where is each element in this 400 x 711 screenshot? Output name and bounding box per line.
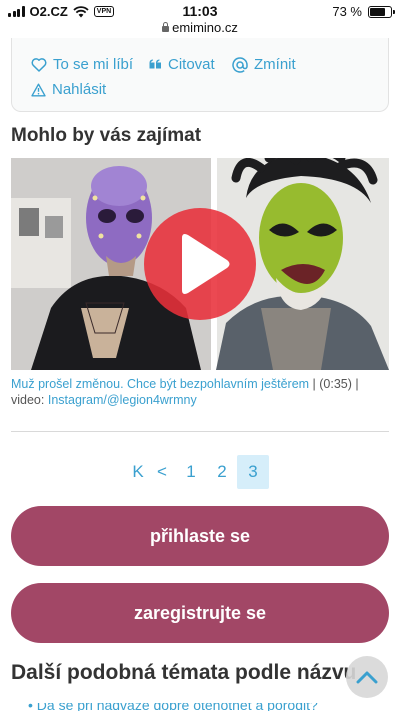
mention-label: Zmínit <box>254 56 296 73</box>
divider <box>11 431 389 432</box>
scroll-to-top-button[interactable] <box>346 656 388 698</box>
similar-topics-heading: Další podobná témata podle názvu <box>11 661 357 684</box>
video-credit-prefix: video: <box>11 393 48 407</box>
video-credit-link[interactable]: Instagram/@legion4wrmny <box>48 393 197 407</box>
video-duration: | (0:35) | <box>312 377 359 391</box>
video-caption: Muž prošel změnou. Chce být bezpohlavním… <box>11 376 391 408</box>
quote-icon <box>149 59 161 69</box>
report-label: Nahlásit <box>52 81 107 98</box>
post-actions-card: To se mi líbí Citovat Zmínit Nahlásit <box>11 38 389 112</box>
like-label: To se mi líbí <box>53 56 134 73</box>
quote-label: Citovat <box>168 56 215 73</box>
address-bar[interactable]: emimino.cz <box>0 20 400 35</box>
like-button[interactable]: To se mi líbí <box>31 56 133 73</box>
similar-topic-link-partial[interactable]: • Dá se při nadváze dobře otěhotnět a po… <box>28 703 368 711</box>
at-sign-icon <box>232 56 248 73</box>
pagination-prev-button[interactable]: < <box>146 455 178 489</box>
mention-button[interactable]: Zmínit <box>232 56 296 73</box>
video-thumbnail <box>11 158 389 370</box>
status-right: 73 % <box>332 4 395 19</box>
register-button[interactable]: zaregistrujte se <box>11 583 389 643</box>
quote-button[interactable]: Citovat <box>149 56 215 73</box>
pagination: K < 1 2 3 <box>0 455 400 489</box>
video-title-link[interactable]: Muž prošel změnou. Chce být bezpohlavním… <box>11 377 309 391</box>
pagination-page-3-current[interactable]: 3 <box>237 455 269 489</box>
status-bar: O2.CZ VPN 11:03 73 % <box>0 0 400 22</box>
login-button[interactable]: přihlaste se <box>11 506 389 566</box>
warning-icon <box>31 83 46 96</box>
heart-icon <box>31 58 47 72</box>
report-button[interactable]: Nahlásit <box>31 81 106 98</box>
lock-icon <box>162 22 170 32</box>
video-player[interactable] <box>11 158 389 370</box>
url-text: emimino.cz <box>172 20 238 35</box>
battery-percent: 73 % <box>332 4 362 19</box>
recommended-heading: Mohlo by vás zajímat <box>11 125 202 146</box>
battery-icon <box>368 5 395 18</box>
pagination-page-2[interactable]: 2 <box>206 455 238 489</box>
chevron-up-icon <box>356 671 378 684</box>
pagination-page-1[interactable]: 1 <box>175 455 207 489</box>
